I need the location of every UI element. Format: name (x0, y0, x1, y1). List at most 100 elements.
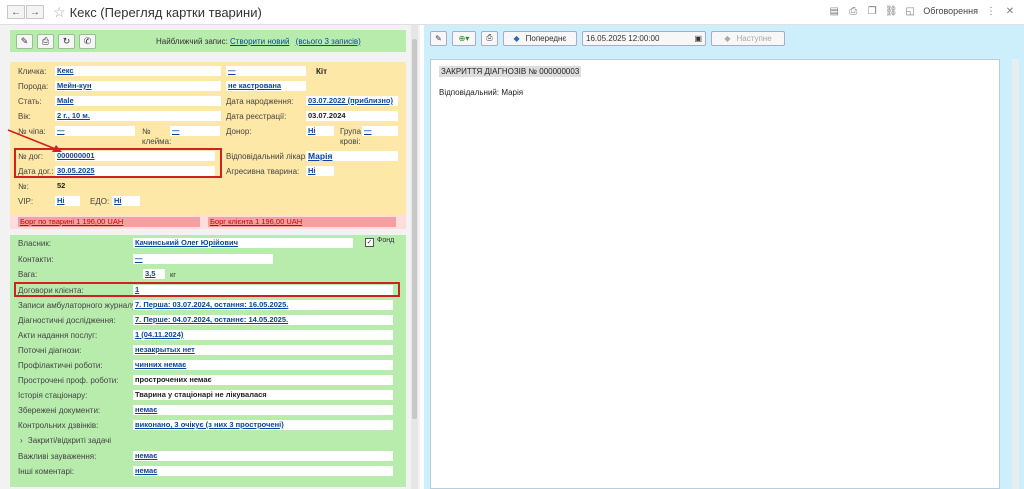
doctor-label: Відповідальний лікар: (226, 152, 308, 161)
aggressive-field[interactable]: Ні (306, 166, 334, 176)
refresh-button[interactable]: ↻ (58, 33, 75, 49)
control-calls-field[interactable]: виконано, 3 очікує (з них 3 прострочені) (133, 420, 393, 430)
fond-checkbox[interactable]: ✓ (365, 238, 374, 247)
window-title: Кекс (Перегляд картки тварини) (69, 4, 262, 20)
birth-label: Дата народження: (226, 97, 294, 106)
forward-button[interactable]: → (26, 5, 44, 19)
species-field[interactable]: — (226, 66, 306, 76)
nickname-label: Кличка: (18, 67, 47, 76)
pencil-icon: ✎ (435, 33, 442, 43)
species-value: Кіт (316, 67, 328, 76)
blood-field[interactable]: — (362, 126, 398, 136)
doc-print-button[interactable]: ⎙ (481, 30, 498, 46)
datetime-value: 16.05.2025 12:00:00 (586, 33, 660, 43)
tasks-expander[interactable]: › Закриті/відкриті задачі (20, 436, 111, 445)
important-notes-field[interactable]: немає (133, 451, 393, 461)
journal-field[interactable]: 7. Перша: 03.07.2024, остання: 16.05.202… (133, 300, 393, 310)
acts-field[interactable]: 1 (04.11.2024) (133, 330, 393, 340)
close-icon[interactable]: ✕ (1004, 5, 1016, 17)
edo-field[interactable]: Ні (112, 196, 140, 206)
vip-field[interactable]: Ні (55, 196, 80, 206)
annotation-arrow-icon (7, 129, 62, 152)
plus-circle-icon: ⊕▾ (458, 33, 470, 43)
document-title: ЗАКРИТТЯ ДІАГНОЗІВ № 000000003 (439, 66, 582, 77)
chevron-right-icon: › (20, 436, 23, 445)
vip-label: VIP: (18, 197, 34, 206)
prophylactic-label: Профілактичні роботи: (18, 361, 103, 370)
debt-bar: Борг по тварині 1 196,00 UAH Борг клієнт… (10, 215, 406, 229)
next-label: Наступне (736, 33, 772, 43)
contacts-field[interactable]: — (133, 254, 273, 264)
document-responsible: Відповідальний: Марія (439, 88, 524, 97)
discussion-icon[interactable]: ◱ (904, 5, 916, 17)
edo-label: ЕДО: (90, 197, 110, 206)
more-icon[interactable]: ⋮ (985, 5, 997, 17)
control-calls-label: Контрольних дзвінків: (18, 421, 99, 430)
pencil-icon: ✎ (20, 35, 29, 46)
client-debt-link[interactable]: Борг клієнта 1 196,00 UAH (208, 217, 396, 227)
printer-icon: ⎙ (41, 35, 50, 46)
diag-research-label: Діагностичні дослідження: (18, 316, 116, 325)
previous-label: Попереднє (525, 33, 567, 43)
brand-field[interactable]: — (170, 126, 220, 136)
weight-unit: кг (170, 270, 177, 279)
donor-field[interactable]: Ні (306, 126, 334, 136)
prophylactic-field[interactable]: чинних немає (133, 360, 393, 370)
arrow-right-icon: ◆ (724, 33, 731, 43)
right-scrollbar[interactable] (1012, 59, 1019, 489)
doctor-field[interactable]: Марія (306, 151, 398, 161)
birth-field[interactable]: 03.07.2022 (приблизно) (306, 96, 398, 106)
doc-edit-button[interactable]: ✎ (430, 30, 447, 46)
hospital-history-field: Тварина у стаціонарі не лікувалася (133, 390, 393, 400)
owner-info-section: Власник: Качинський Олег Юрійович ✓ Фонд… (10, 235, 406, 487)
other-comments-field[interactable]: немає (133, 466, 393, 476)
current-diagnoses-field[interactable]: незакрытых нет (133, 345, 393, 355)
aggressive-label: Агресивна тварина: (226, 167, 300, 176)
neutered-field[interactable]: не кастрована (226, 81, 306, 91)
save-icon[interactable]: ▤ (828, 5, 840, 17)
edit-button[interactable]: ✎ (16, 33, 33, 49)
chip-field[interactable]: — (55, 126, 135, 136)
print-button[interactable]: ⎙ (37, 33, 54, 49)
client-contracts-highlight-frame (14, 282, 400, 297)
owner-field[interactable]: Качинський Олег Юрійович (133, 238, 353, 248)
weight-field[interactable]: 3,5 (143, 269, 165, 279)
diag-research-field[interactable]: 7. Перше: 04.07.2024, останнє: 14.05.202… (133, 315, 393, 325)
acts-label: Акти надання послуг: (18, 331, 98, 340)
sex-field[interactable]: Male (55, 96, 221, 106)
tasks-label: Закриті/відкриті задачі (27, 436, 112, 445)
create-new-link[interactable]: Створити новий (230, 37, 289, 46)
favorite-star-icon[interactable]: ☆ (53, 4, 66, 21)
nearest-label: Найближчий запис: (156, 36, 228, 46)
call-button[interactable]: ✆ (79, 33, 96, 49)
animal-debt-link[interactable]: Борг по тварині 1 196,00 UAH (18, 217, 200, 227)
print-icon[interactable]: ⎙ (847, 5, 859, 17)
previous-button[interactable]: ◆ Попереднє (503, 30, 577, 46)
journal-label: Записи амбулаторного журналу: (18, 301, 139, 310)
back-button[interactable]: ← (7, 5, 25, 19)
copy-icon[interactable]: ❐ (866, 5, 878, 17)
discussions-link[interactable]: Обговорення (923, 6, 978, 16)
breed-field[interactable]: Мейн-кун (55, 81, 221, 91)
contacts-label: Контакти: (18, 255, 54, 264)
add-button[interactable]: ⊕▾ (452, 30, 476, 46)
left-toolbar: ✎ ⎙ ↻ ✆ Найближчий запис: Створити новий… (10, 30, 406, 52)
left-scrollbar[interactable] (411, 25, 418, 489)
left-scroll-thumb[interactable] (412, 39, 417, 419)
overdue-field: прострочених немає (133, 375, 393, 385)
printer-icon: ⎙ (486, 33, 493, 42)
datetime-field[interactable]: 16.05.2025 12:00:00 ▣ (582, 30, 706, 46)
weight-label: Вага: (18, 270, 38, 279)
saved-docs-field[interactable]: немає (133, 405, 393, 415)
fond-label: Фонд (377, 237, 395, 244)
animal-card-pane: ✎ ⎙ ↻ ✆ Найближчий запис: Створити новий… (0, 25, 420, 489)
nearest-record: Найближчий запис: Створити новий (всього… (156, 37, 361, 46)
document-pane: ✎ ⊕▾ ⎙ ◆ Попереднє 16.05.2025 12:00:00 ▣ ◆… (424, 25, 1024, 489)
calendar-icon[interactable]: ▣ (694, 34, 702, 43)
other-comments-label: Інші коментарі: (18, 467, 74, 476)
all-records-link[interactable]: (всього 3 записів) (296, 37, 361, 46)
link-icon[interactable]: ⛓ (885, 5, 898, 17)
nickname-field[interactable]: Кекс (55, 66, 221, 76)
age-field[interactable]: 2 г., 10 м. (55, 111, 221, 121)
next-button[interactable]: ◆ Наступне (711, 30, 785, 46)
